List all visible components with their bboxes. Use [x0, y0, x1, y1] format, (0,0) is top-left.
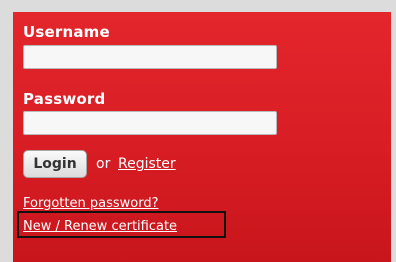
login-panel: Username Password Login or Register Forg… — [13, 12, 391, 262]
renew-certificate-link[interactable]: New / Renew certificate — [23, 219, 177, 234]
or-text: or — [96, 156, 111, 172]
forgot-password-link[interactable]: Forgotten password? — [23, 196, 158, 211]
login-button[interactable]: Login — [23, 150, 87, 178]
password-field[interactable] — [23, 111, 277, 135]
password-label: Password — [23, 90, 106, 108]
username-field[interactable] — [23, 45, 277, 69]
register-link[interactable]: Register — [118, 156, 176, 172]
username-label: Username — [23, 23, 110, 41]
